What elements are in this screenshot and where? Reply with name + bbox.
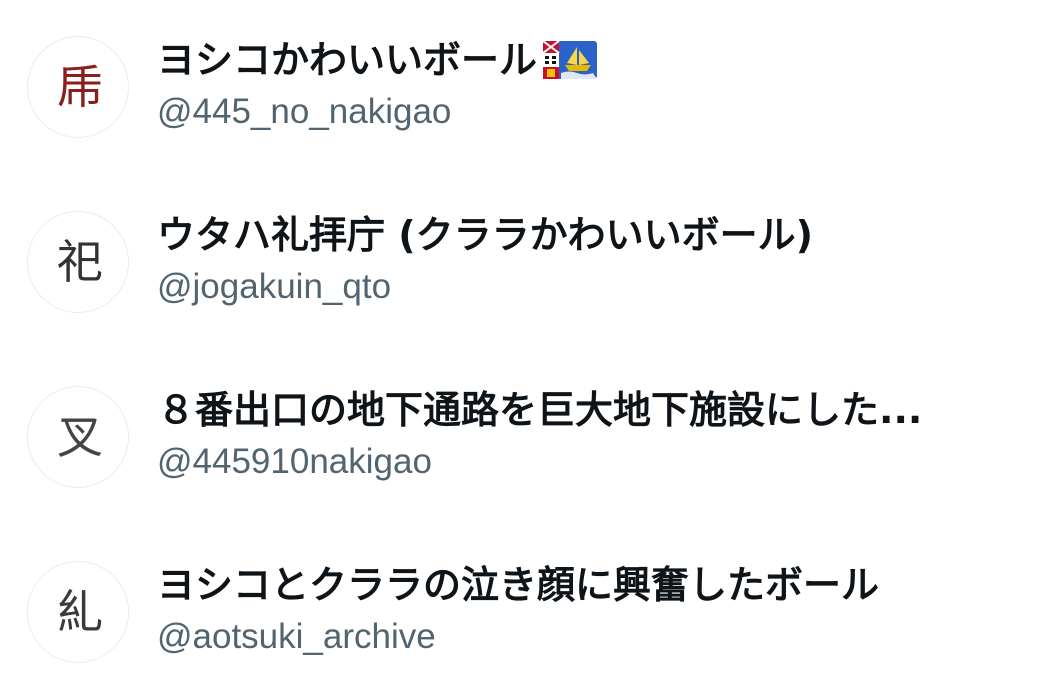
handle[interactable]: @jogakuin_qto — [157, 265, 391, 309]
avatar-glyph: 糺 — [57, 585, 103, 639]
account-list: 乕 ヨシコかわいいボール @445_no_nakigao 祀 ウタハ礼拝庁 (ク… — [0, 0, 1050, 700]
avatar[interactable]: 祀 — [27, 211, 129, 313]
display-name[interactable]: ８番出口の地下通路を巨大地下施設にした... — [157, 386, 922, 434]
handle[interactable]: @aotsuki_archive — [157, 615, 436, 659]
display-name[interactable]: ヨシコかわいいボール — [157, 36, 598, 84]
avatar[interactable]: 糺 — [27, 561, 129, 663]
avatar[interactable]: 叉 — [27, 386, 129, 488]
display-name-text: ヨシコかわいいボール — [157, 38, 538, 82]
avatar-glyph: 祀 — [57, 235, 103, 289]
account-row[interactable]: 糺 ヨシコとクララの泣き顔に興奮したボール @aotsuki_archive — [0, 525, 1050, 695]
saint-pierre-and-miquelon-flag-icon — [543, 41, 598, 79]
handle[interactable]: @445910nakigao — [157, 440, 432, 484]
account-row[interactable]: 乕 ヨシコかわいいボール @445_no_nakigao — [0, 0, 1050, 170]
account-row[interactable]: 叉 ８番出口の地下通路を巨大地下施設にした... @445910nakigao — [0, 350, 1050, 520]
display-name[interactable]: ヨシコとクララの泣き顔に興奮したボール — [157, 561, 879, 609]
avatar-glyph: 叉 — [57, 410, 103, 464]
avatar[interactable]: 乕 — [27, 36, 129, 138]
display-name[interactable]: ウタハ礼拝庁 (クララかわいいボール) — [157, 211, 813, 259]
account-row[interactable]: 祀 ウタハ礼拝庁 (クララかわいいボール) @jogakuin_qto — [0, 175, 1050, 345]
handle[interactable]: @445_no_nakigao — [157, 90, 451, 134]
avatar-glyph: 乕 — [57, 60, 103, 114]
